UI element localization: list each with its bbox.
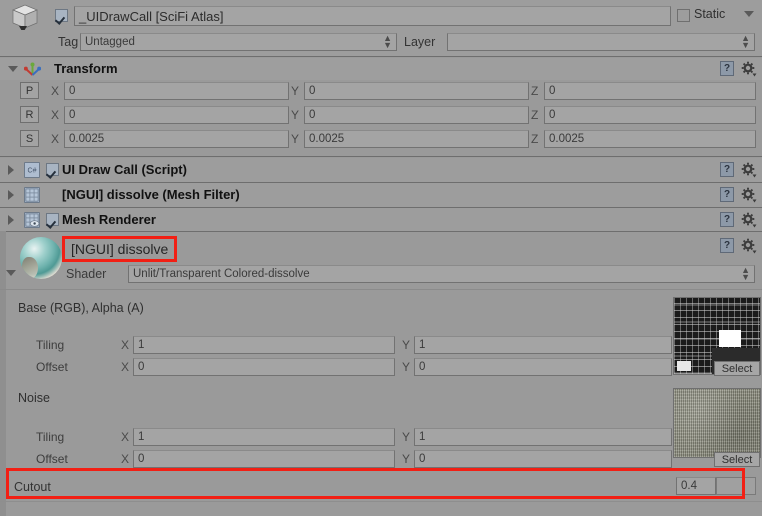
gameobject-enabled-checkbox[interactable] — [55, 9, 68, 22]
shader-stepper-icon: ▲ ▼ — [741, 265, 750, 282]
property-title-base: Base (RGB), Alpha (A) — [18, 301, 144, 315]
rotation-y-label: Y — [291, 108, 300, 122]
transform-title: Transform — [54, 61, 118, 76]
scale-y-input[interactable]: 0.0025 — [304, 130, 529, 148]
tag-stepper-icon: ▲ ▼ — [383, 33, 392, 50]
scale-y-label: Y — [291, 132, 300, 146]
unity-inspector-panel: _UIDrawCall [SciFi Atlas] Static Tag Unt… — [0, 0, 762, 516]
material-name[interactable]: [NGUI] dissolve — [62, 236, 178, 262]
offset-y-input-noise[interactable]: 0 — [414, 450, 672, 468]
noise-texture[interactable] — [673, 388, 761, 458]
layer-stepper-icon: ▲ ▼ — [741, 33, 750, 50]
offset-x-input-noise[interactable]: 0 — [133, 450, 395, 468]
tiling-x-input-noise[interactable]: 1 — [133, 428, 395, 446]
rotation-z-input[interactable]: 0 — [544, 106, 756, 124]
scale-x-input[interactable]: 0.0025 — [64, 130, 289, 148]
offset-x-input-base[interactable]: 0 — [133, 358, 395, 376]
tiling-x-input-base[interactable]: 1 — [133, 336, 395, 354]
offset-x-label-base: X — [121, 360, 130, 374]
csharp-script-icon: C# — [24, 162, 40, 178]
help-icon-mesh-filter[interactable]: ? — [720, 187, 734, 202]
foldout-icon-ui-draw-call[interactable] — [8, 165, 14, 175]
position-y-input[interactable]: 0 — [304, 82, 529, 100]
component-name-mesh-renderer: Mesh Renderer — [62, 212, 156, 227]
cutout-highlight-box — [6, 468, 745, 499]
scale-x-label: X — [51, 132, 60, 146]
scale-button[interactable]: S — [20, 130, 39, 147]
static-dropdown-icon[interactable] — [744, 11, 754, 17]
svg-text:C#: C# — [28, 168, 37, 175]
component-row-ui-draw-call[interactable]: C# UI Draw Call (Script) ? — [0, 158, 762, 182]
enabled-checkbox-mesh-renderer[interactable] — [46, 213, 59, 226]
component-name-mesh-filter: [NGUI] dissolve (Mesh Filter) — [62, 187, 240, 202]
tiling-y-label-noise: Y — [402, 430, 411, 444]
layer-dropdown[interactable]: ▲ ▼ — [447, 33, 755, 51]
offset-label-noise: Offset — [36, 452, 68, 466]
help-icon-ui-draw-call[interactable]: ? — [720, 162, 734, 177]
tag-dropdown[interactable]: Untagged ▲ ▼ — [80, 33, 397, 51]
mesh-filter-icon — [24, 187, 40, 203]
enabled-checkbox-ui-draw-call[interactable] — [46, 163, 59, 176]
foldout-icon-mesh-renderer[interactable] — [8, 215, 14, 225]
select-button-noise[interactable]: Select — [714, 452, 760, 467]
gear-icon-transform[interactable] — [741, 61, 757, 77]
shader-label: Shader — [66, 267, 107, 281]
tiling-x-label-base: X — [121, 338, 130, 352]
gear-icon-ui-draw-call[interactable] — [741, 162, 757, 178]
tiling-label-noise: Tiling — [36, 430, 65, 444]
gameobject-name-input[interactable]: _UIDrawCall [SciFi Atlas] — [74, 6, 671, 26]
tag-label: Tag — [58, 35, 79, 49]
tiling-y-input-base[interactable]: 1 — [414, 336, 672, 354]
foldout-icon-mesh-filter[interactable] — [8, 190, 14, 200]
rotation-z-label: Z — [531, 108, 539, 122]
transform-foldout-icon[interactable] — [8, 66, 18, 72]
offset-x-label-noise: X — [121, 452, 130, 466]
help-icon-transform[interactable]: ? — [720, 61, 734, 76]
shader-value: Unlit/Transparent Colored-dissolve — [133, 268, 310, 280]
transform-axis-icon — [24, 62, 41, 76]
gameobject-header: _UIDrawCall [SciFi Atlas] Static — [0, 0, 762, 33]
scale-z-label: Z — [531, 132, 539, 146]
position-z-input[interactable]: 0 — [544, 82, 756, 100]
tag-layer-row: Tag Untagged ▲ ▼ Layer ▲ ▼ — [0, 30, 762, 56]
rotation-x-input[interactable]: 0 — [64, 106, 289, 124]
position-x-input[interactable]: 0 — [64, 82, 289, 100]
position-button[interactable]: P — [20, 82, 39, 99]
shader-dropdown[interactable]: Unlit/Transparent Colored-dissolve ▲ ▼ — [128, 265, 755, 283]
tag-value: Untagged — [85, 36, 135, 48]
component-row-mesh-renderer[interactable]: Mesh Renderer ? — [0, 208, 762, 232]
component-name-ui-draw-call: UI Draw Call (Script) — [62, 162, 187, 177]
position-x-label: X — [51, 84, 60, 98]
tiling-label-base: Tiling — [36, 338, 65, 352]
rotation-y-input[interactable]: 0 — [304, 106, 529, 124]
position-z-label: Z — [531, 84, 539, 98]
help-icon-mesh-renderer[interactable]: ? — [720, 212, 734, 227]
tiling-x-label-noise: X — [121, 430, 130, 444]
mesh-renderer-icon — [24, 212, 40, 228]
gear-icon-mesh-filter[interactable] — [741, 187, 757, 203]
static-checkbox[interactable] — [677, 9, 690, 22]
material-sphere-preview — [20, 237, 62, 279]
material-foldout-icon[interactable] — [6, 270, 16, 276]
transform-component-header[interactable]: Transform ? — [0, 58, 762, 80]
tiling-y-input-noise[interactable]: 1 — [414, 428, 672, 446]
select-button-base[interactable]: Select — [714, 361, 760, 376]
offset-y-label-noise: Y — [402, 452, 411, 466]
offset-y-input-base[interactable]: 0 — [414, 358, 672, 376]
offset-label-base: Offset — [36, 360, 68, 374]
rotation-button[interactable]: R — [20, 106, 39, 123]
gear-icon-mesh-renderer[interactable] — [741, 212, 757, 228]
scale-z-input[interactable]: 0.0025 — [544, 130, 756, 148]
component-row-mesh-filter[interactable]: [NGUI] dissolve (Mesh Filter) ? — [0, 183, 762, 207]
tiling-y-label-base: Y — [402, 338, 411, 352]
static-label: Static — [694, 7, 726, 21]
rotation-x-label: X — [51, 108, 60, 122]
offset-y-label-base: Y — [402, 360, 411, 374]
help-icon-material[interactable]: ? — [720, 238, 734, 253]
layer-label: Layer — [404, 35, 436, 49]
property-title-noise: Noise — [18, 391, 50, 405]
gear-icon-material[interactable] — [741, 238, 757, 254]
position-y-label: Y — [291, 84, 300, 98]
